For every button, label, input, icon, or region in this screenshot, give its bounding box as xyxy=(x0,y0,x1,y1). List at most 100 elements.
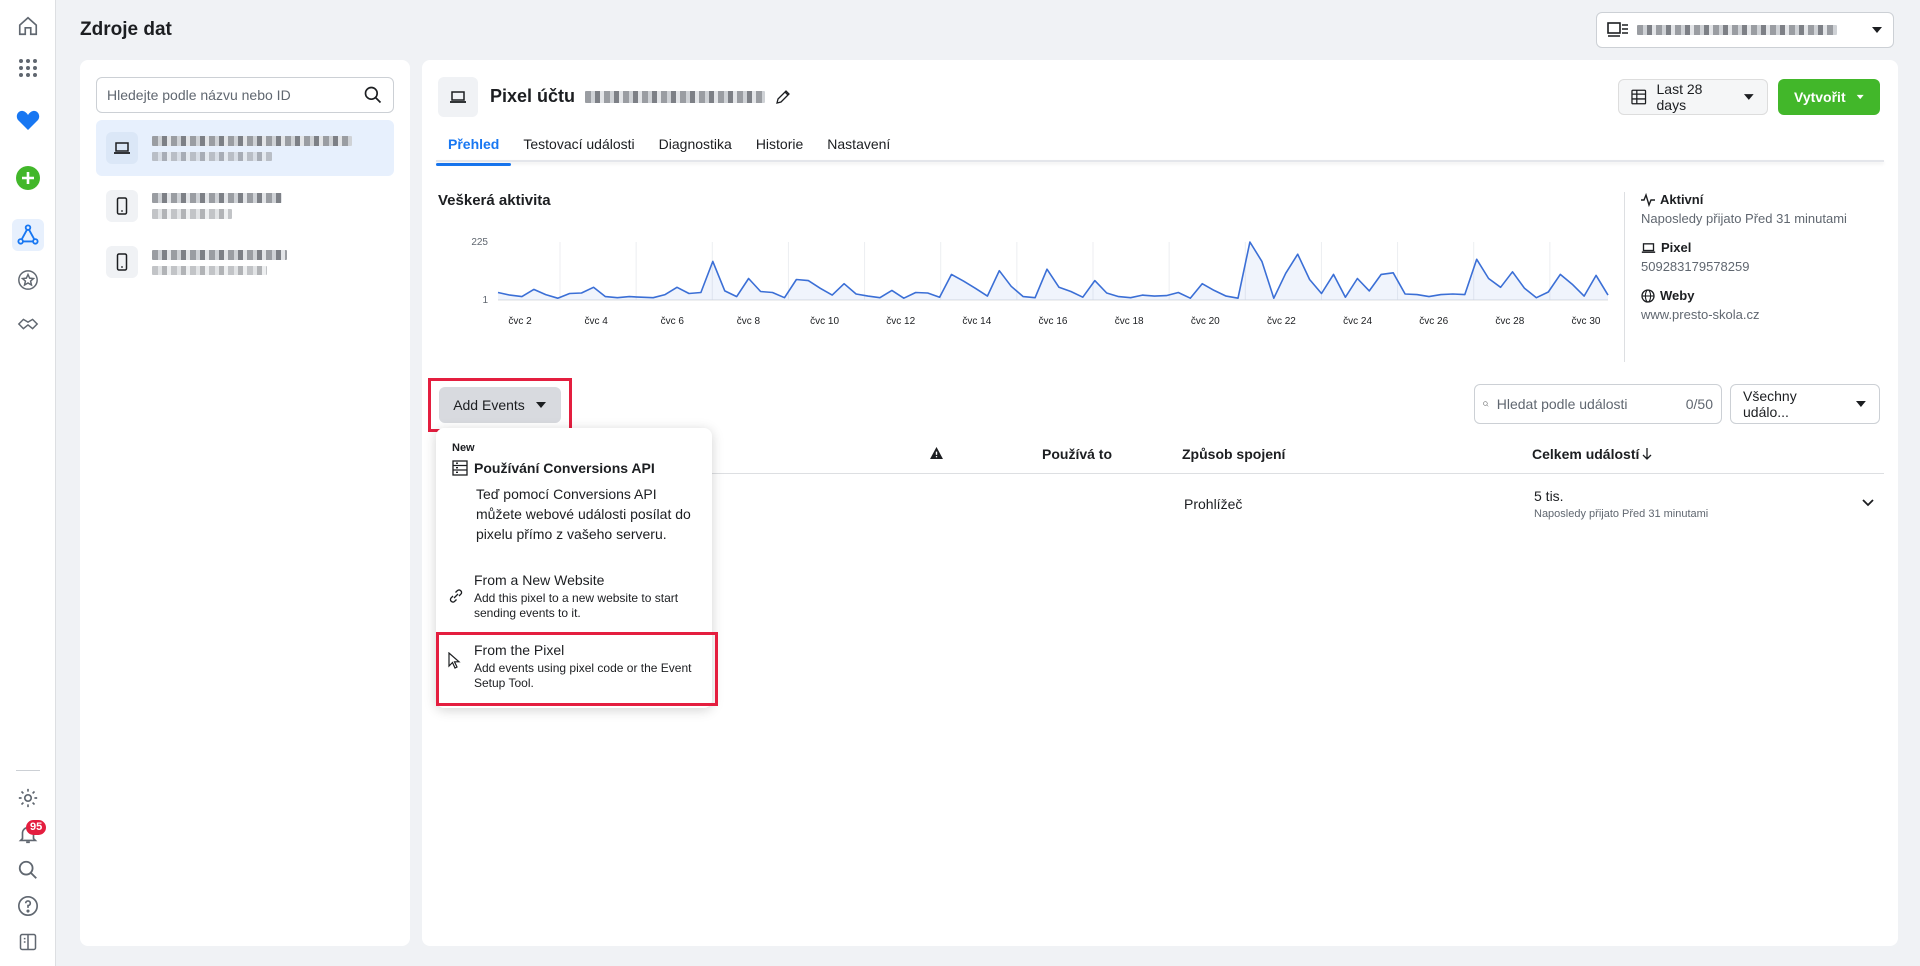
events-filter-label: Všechny událo... xyxy=(1743,388,1797,420)
page-title: Zdroje dat xyxy=(80,19,172,40)
websites-label: Weby xyxy=(1660,288,1695,303)
column-total-events[interactable]: Celkem událostí xyxy=(1532,446,1652,462)
from-new-website-desc: Add this pixel to a new website to start… xyxy=(474,591,679,620)
chart-x-tick-label: čvc 18 xyxy=(1115,316,1144,327)
business-account-icon xyxy=(1607,22,1628,37)
pixel-info-sidebar: Aktivní Naposledy přijato Před 31 minuta… xyxy=(1624,192,1884,362)
tab-settings[interactable]: Nastavení xyxy=(815,128,902,164)
link-icon xyxy=(449,589,463,603)
conversions-api-title: Používání Conversions API xyxy=(474,460,655,476)
caret-down-icon xyxy=(1744,94,1755,100)
activity-chart: 225 1 čvc 2 čvc 4 čvc 6 čvc 8 čvc 10 čvc 12 čvc … xyxy=(471,237,1609,327)
source-item[interactable] xyxy=(96,120,394,176)
total-events-value: 5 tis. xyxy=(1534,488,1564,504)
from-new-website-option[interactable]: From a New Website Add this pixel to a n… xyxy=(448,572,700,621)
chart-x-tick-label: čvc 4 xyxy=(584,316,608,327)
chevron-down-icon[interactable] xyxy=(1861,498,1875,508)
chart-y-tick-label: 225 xyxy=(471,237,488,248)
website-url: www.presto-skola.cz xyxy=(1641,307,1760,322)
search-icon xyxy=(364,86,382,104)
edit-pencil-icon[interactable] xyxy=(775,89,791,105)
date-range-label: Last 28 days xyxy=(1656,81,1703,113)
handshake-icon[interactable] xyxy=(12,308,44,340)
activity-pulse-icon xyxy=(1641,192,1655,207)
column-total-events-label: Celkem událostí xyxy=(1532,446,1640,462)
source-search-input[interactable] xyxy=(107,87,363,103)
laptop-icon xyxy=(1641,242,1656,253)
chart-x-tick-label: čvc 24 xyxy=(1343,316,1372,327)
status-detail: Naposledy přijato Před 31 minutami xyxy=(1641,211,1847,226)
add-events-button[interactable]: Add Events xyxy=(439,387,561,423)
date-range-button[interactable]: Last 28 days xyxy=(1618,79,1768,115)
from-the-pixel-title: From the Pixel xyxy=(474,642,565,658)
star-icon[interactable] xyxy=(12,264,44,296)
from-the-pixel-desc: Add events using pixel code or the Event… xyxy=(474,661,692,690)
notification-badge: 95 xyxy=(26,820,47,835)
heart-icon[interactable] xyxy=(12,104,44,136)
source-item[interactable] xyxy=(96,178,394,234)
mobile-icon xyxy=(106,190,138,222)
pixel-title-text: Pixel účtu xyxy=(490,86,576,106)
column-used-by[interactable]: Používá to xyxy=(1042,446,1112,462)
conversions-api-option[interactable]: Používání Conversions API xyxy=(452,460,655,476)
pixel-name-redacted xyxy=(585,90,766,103)
pixel-tabs: Přehled Testovací události Diagnostika H… xyxy=(436,128,902,166)
chart-x-tick-label: čvc 8 xyxy=(737,316,761,327)
chart-x-tick-label: čvc 6 xyxy=(661,316,685,327)
events-search-input[interactable] xyxy=(1496,396,1678,412)
source-id-redacted xyxy=(152,265,267,275)
apps-grid-icon[interactable] xyxy=(12,52,44,84)
caret-down-icon xyxy=(1872,27,1882,33)
new-badge: New xyxy=(452,442,475,454)
settings-icon[interactable] xyxy=(12,782,44,814)
source-id-redacted xyxy=(152,209,232,219)
rail-divider xyxy=(16,770,40,771)
account-switcher[interactable] xyxy=(1596,12,1894,48)
source-name-redacted xyxy=(152,135,352,146)
from-new-website-title: From a New Website xyxy=(474,572,605,588)
tab-overview[interactable]: Přehled xyxy=(436,128,512,166)
tab-test-events[interactable]: Testovací události xyxy=(511,128,646,164)
chart-x-tick-label: čvc 2 xyxy=(508,316,532,327)
from-the-pixel-option[interactable]: From the Pixel Add events using pixel co… xyxy=(448,642,700,691)
events-search-field[interactable]: 0/50 xyxy=(1474,384,1722,424)
pixel-id: 509283179578259 xyxy=(1641,259,1750,274)
mobile-icon xyxy=(106,246,138,278)
help-icon[interactable] xyxy=(12,890,44,922)
column-connection-method[interactable]: Způsob spojení xyxy=(1182,446,1285,462)
caret-down-icon xyxy=(535,402,546,408)
caret-down-icon xyxy=(1856,94,1864,100)
conversions-api-description: Teď pomocí Conversions API můžete webové… xyxy=(476,486,691,542)
add-icon[interactable] xyxy=(12,162,44,194)
chart-x-tick-label: čvc 12 xyxy=(886,316,915,327)
source-id-redacted xyxy=(152,151,272,161)
status-label: Aktivní xyxy=(1660,192,1704,207)
source-item[interactable] xyxy=(96,234,394,290)
mouse-pointer-icon xyxy=(448,652,461,669)
add-events-label: Add Events xyxy=(453,397,525,413)
chart-x-tick-label: čvc 10 xyxy=(810,316,839,327)
data-sources-icon[interactable] xyxy=(12,219,44,251)
chart-y-tick-label: 1 xyxy=(482,295,488,306)
calendar-table-icon xyxy=(1631,89,1647,105)
activity-chart-title: Veškerá aktivita xyxy=(438,192,551,209)
create-button-label: Vytvořit xyxy=(1794,89,1846,105)
chart-x-tick-label: čvc 28 xyxy=(1495,316,1524,327)
connection-method-value: Prohlížeč xyxy=(1184,496,1243,512)
nav-rail: 95 xyxy=(0,0,56,966)
source-search-field[interactable] xyxy=(96,77,394,113)
home-icon[interactable] xyxy=(12,10,44,42)
tab-history[interactable]: Historie xyxy=(744,128,815,164)
last-received-value: Naposledy přijato Před 31 minutami xyxy=(1534,508,1709,520)
panel-icon[interactable] xyxy=(12,926,44,958)
sort-down-arrow-icon xyxy=(1642,448,1652,460)
search-icon[interactable] xyxy=(12,854,44,886)
chart-x-tick-label: čvc 14 xyxy=(962,316,991,327)
create-button[interactable]: Vytvořit xyxy=(1778,79,1880,115)
tab-diagnostics[interactable]: Diagnostika xyxy=(647,128,744,164)
chart-x-tick-label: čvc 22 xyxy=(1267,316,1296,327)
chart-area xyxy=(498,242,1608,300)
events-filter-dropdown[interactable]: Všechny událo... xyxy=(1730,384,1880,424)
warning-icon xyxy=(930,447,943,459)
chart-x-tick-label: čvc 26 xyxy=(1419,316,1448,327)
